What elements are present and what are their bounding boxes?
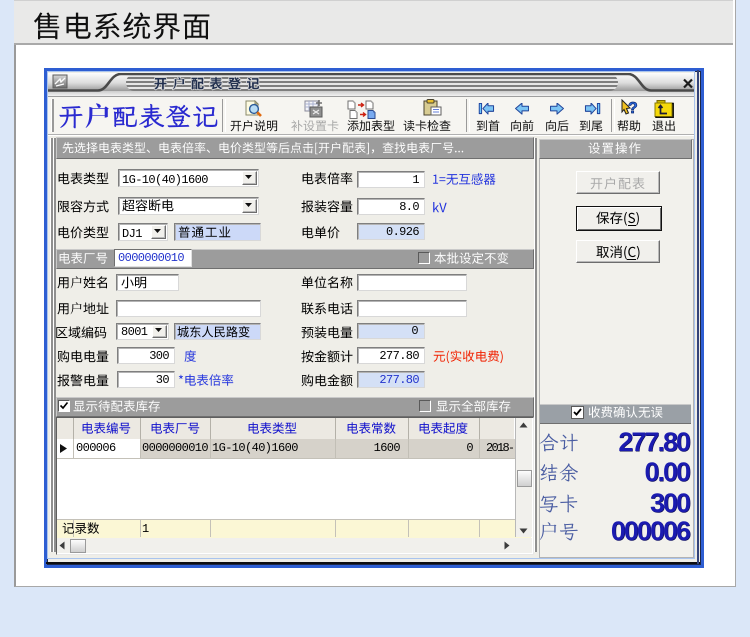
svg-text:?: ? (628, 100, 638, 117)
